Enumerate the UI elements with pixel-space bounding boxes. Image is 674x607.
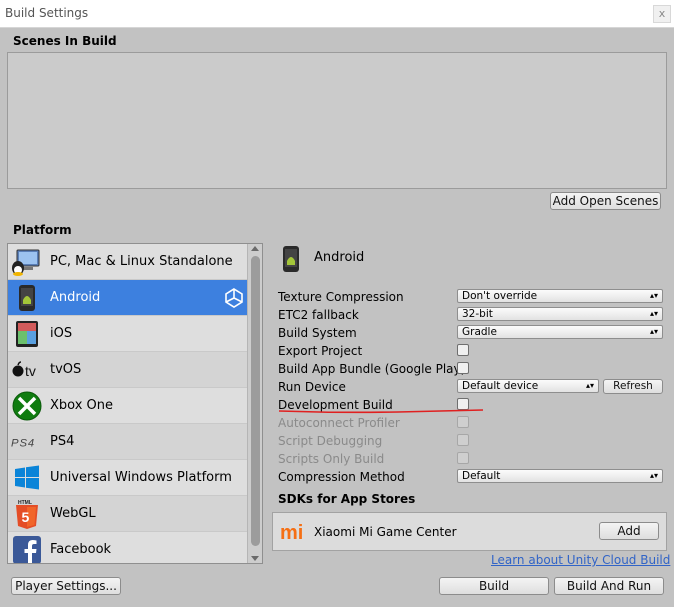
platform-label: PC, Mac & Linux Standalone — [50, 254, 233, 269]
platform-heading: Platform — [13, 223, 72, 237]
platform-list-scrollbar[interactable] — [247, 244, 262, 563]
texture-compression-dropdown[interactable]: Don't override ▴▾ — [457, 289, 663, 303]
selected-platform-title: Android — [314, 250, 365, 265]
platform-label: Universal Windows Platform — [50, 470, 232, 485]
platform-item-tvos[interactable]: tv tvOS — [8, 352, 248, 388]
add-open-scenes-button[interactable]: Add Open Scenes — [550, 192, 661, 210]
platform-label: iOS — [50, 326, 73, 341]
build-and-run-button[interactable]: Build And Run — [554, 577, 664, 595]
autoconnect-profiler-checkbox — [457, 416, 469, 428]
ios-icon — [11, 319, 43, 349]
scripts-only-build-label: Scripts Only Build — [278, 452, 385, 466]
etc2-fallback-dropdown[interactable]: 32-bit ▴▾ — [457, 307, 663, 321]
dropdown-arrows-icon: ▴▾ — [585, 381, 594, 390]
xbox-icon — [11, 391, 43, 421]
run-device-label: Run Device — [278, 380, 346, 394]
xiaomi-sdk-name: Xiaomi Mi Game Center — [314, 525, 457, 539]
xiaomi-logo-icon: mi — [279, 521, 307, 546]
svg-text:5: 5 — [22, 509, 30, 525]
script-debugging-checkbox — [457, 434, 469, 446]
build-system-label: Build System — [278, 326, 357, 340]
platform-item-ios[interactable]: iOS — [8, 316, 248, 352]
run-device-value: Default device — [462, 380, 539, 392]
title-bar: Build Settings x — [0, 0, 674, 28]
build-system-dropdown[interactable]: Gradle ▴▾ — [457, 325, 663, 339]
run-device-dropdown[interactable]: Default device ▴▾ — [457, 379, 599, 393]
build-app-bundle-label: Build App Bundle (Google Play) — [278, 362, 466, 376]
platform-item-facebook[interactable]: Facebook — [8, 532, 248, 563]
svg-text:tv: tv — [25, 363, 36, 379]
android-icon — [281, 245, 301, 276]
platform-label: Xbox One — [50, 398, 114, 413]
dropdown-arrows-icon: ▴▾ — [649, 327, 658, 336]
dropdown-arrows-icon: ▴▾ — [649, 471, 658, 480]
dropdown-arrows-icon: ▴▾ — [649, 309, 658, 318]
platform-label: WebGL — [50, 506, 96, 521]
export-project-label: Export Project — [278, 344, 363, 358]
platform-item-webgl[interactable]: HTML 5 WebGL — [8, 496, 248, 532]
texture-compression-label: Texture Compression — [278, 290, 404, 304]
dropdown-arrows-icon: ▴▾ — [649, 291, 658, 300]
compression-method-value: Default — [462, 470, 501, 482]
platform-label: Facebook — [50, 542, 112, 557]
platform-item-uwp[interactable]: Universal Windows Platform — [8, 460, 248, 496]
html5-icon: HTML 5 — [11, 499, 43, 529]
ps4-icon: PS4 — [11, 427, 43, 457]
scenes-in-build-heading: Scenes In Build — [13, 34, 117, 48]
build-system-value: Gradle — [462, 326, 497, 338]
platform-label: Android — [50, 290, 101, 305]
window-title: Build Settings — [5, 6, 89, 20]
script-debugging-label: Script Debugging — [278, 434, 383, 448]
sdks-heading: SDKs for App Stores — [278, 492, 416, 506]
close-button[interactable]: x — [653, 5, 671, 23]
build-button[interactable]: Build — [439, 577, 549, 595]
pc-mac-linux-icon — [11, 247, 43, 277]
facebook-icon — [11, 535, 43, 563]
build-app-bundle-checkbox[interactable] — [457, 362, 469, 374]
scenes-list[interactable] — [7, 52, 667, 189]
platform-list[interactable]: PC, Mac & Linux Standalone Android iOS t… — [7, 243, 263, 564]
tvos-icon: tv — [11, 355, 43, 385]
refresh-button[interactable]: Refresh — [603, 379, 663, 394]
platform-label: tvOS — [50, 362, 82, 377]
compression-method-dropdown[interactable]: Default ▴▾ — [457, 469, 663, 483]
player-settings-button[interactable]: Player Settings... — [11, 577, 121, 595]
platform-item-pc-mac-linux[interactable]: PC, Mac & Linux Standalone — [8, 244, 248, 280]
texture-compression-value: Don't override — [462, 290, 538, 302]
scroll-down-arrow-icon[interactable] — [251, 556, 259, 561]
platform-label: PS4 — [50, 434, 75, 449]
scroll-up-arrow-icon[interactable] — [251, 246, 259, 251]
svg-text:mi: mi — [280, 522, 303, 543]
add-sdk-button[interactable]: Add — [599, 522, 659, 540]
scrollbar-thumb[interactable] — [251, 256, 260, 546]
platform-item-android[interactable]: Android — [8, 280, 248, 316]
platform-item-xbox-one[interactable]: Xbox One — [8, 388, 248, 424]
autoconnect-profiler-label: Autoconnect Profiler — [278, 416, 400, 430]
etc2-fallback-label: ETC2 fallback — [278, 308, 359, 322]
unity-icon — [224, 288, 244, 308]
windows-icon — [11, 463, 43, 493]
android-icon — [11, 283, 43, 313]
etc2-fallback-value: 32-bit — [462, 308, 493, 320]
sdk-item-xiaomi: mi Xiaomi Mi Game Center Add — [272, 512, 667, 551]
export-project-checkbox[interactable] — [457, 344, 469, 356]
platform-item-ps4[interactable]: PS4 PS4 — [8, 424, 248, 460]
scripts-only-build-checkbox — [457, 452, 469, 464]
unity-cloud-build-link[interactable]: Learn about Unity Cloud Build — [491, 553, 670, 567]
compression-method-label: Compression Method — [278, 470, 405, 484]
svg-text:PS4: PS4 — [11, 438, 35, 449]
